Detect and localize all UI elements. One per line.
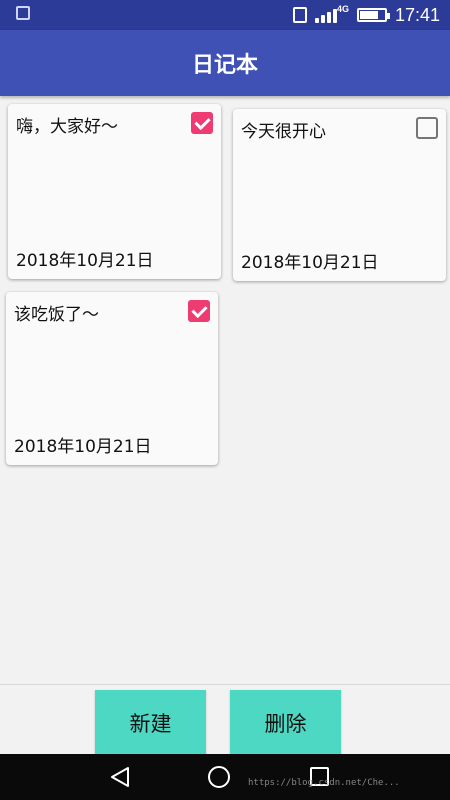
home-icon[interactable] xyxy=(208,766,230,788)
new-note-button[interactable]: 新建 xyxy=(95,690,206,756)
signal-icon xyxy=(314,7,337,23)
note-checkbox[interactable] xyxy=(416,117,438,139)
note-date: 2018年10月21日 xyxy=(14,437,152,457)
delete-note-button[interactable]: 删除 xyxy=(230,690,341,756)
navigation-bar xyxy=(0,754,450,800)
app-bar: 日记本 xyxy=(0,30,450,96)
vibrate-icon xyxy=(292,7,307,23)
note-checkbox[interactable] xyxy=(191,112,213,134)
note-card[interactable]: 嗨，大家好～ 2018年10月21日 xyxy=(8,104,221,279)
note-checkbox[interactable] xyxy=(188,300,210,322)
network-type-label: 4G xyxy=(336,4,349,14)
note-card[interactable]: 该吃饭了～ 2018年10月21日 xyxy=(6,292,218,465)
note-card[interactable]: 今天很开心 2018年10月21日 xyxy=(233,109,446,281)
watermark: https://blog.csdn.net/Che... xyxy=(248,778,400,788)
back-icon[interactable] xyxy=(110,766,130,788)
note-text: 嗨，大家好～ xyxy=(16,117,118,137)
app-title: 日记本 xyxy=(191,53,258,78)
status-clock: 17:41 xyxy=(394,4,440,25)
status-bar: 4G 17:41 xyxy=(0,0,450,30)
gallery-notification-icon xyxy=(16,6,30,20)
note-date: 2018年10月21日 xyxy=(16,251,154,271)
note-text: 该吃饭了～ xyxy=(14,305,99,325)
battery-icon xyxy=(356,8,390,22)
bottom-action-bar: 新建 删除 xyxy=(0,684,450,756)
note-date: 2018年10月21日 xyxy=(241,253,379,273)
note-text: 今天很开心 xyxy=(241,122,326,142)
battery-level xyxy=(359,11,378,19)
status-indicators: 4G 17:41 xyxy=(292,4,440,26)
